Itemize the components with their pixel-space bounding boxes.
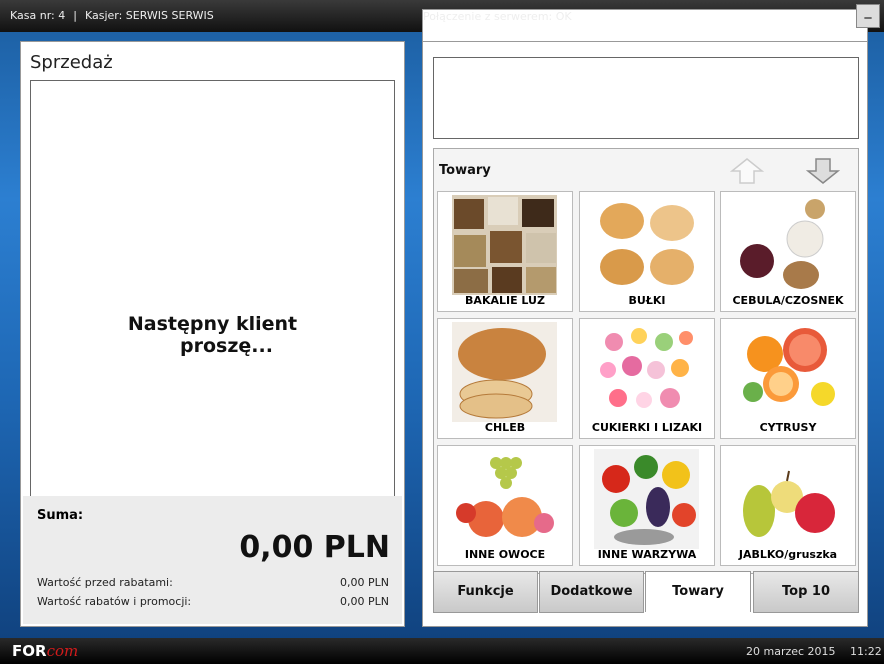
before-discount-value: 0,00 PLN [340, 576, 389, 589]
sale-panel: Sprzedaż Następny klient proszę... Suma:… [20, 41, 405, 627]
forcom-logo: FORcom [12, 642, 78, 660]
product-label: INNE OWOCE [464, 548, 546, 561]
sum-label: Suma: [37, 508, 84, 523]
product-tile-chleb[interactable]: CHLEB [437, 318, 573, 439]
arrow-down-icon[interactable] [806, 157, 840, 185]
discounts-value: 0,00 PLN [340, 595, 389, 608]
product-tile-cytrusy[interactable]: CYTRUSY [720, 318, 856, 439]
total-amount: 0,00 PLN [239, 530, 390, 565]
product-label: CEBULA/CZOSNEK [732, 294, 844, 307]
message-line-1: Następny klient [127, 313, 298, 335]
next-customer-message: Następny klient proszę... [31, 313, 394, 357]
session-info: Kasa nr: 4 | Kasjer: SERWIS SERWIS [10, 9, 214, 22]
message-line-2: proszę... [180, 335, 273, 357]
product-label: JABLKO/gruszka [738, 548, 838, 561]
product-tile-cukierki[interactable]: CUKIERKI I LIZAKI [579, 318, 715, 439]
goods-grid: Towary BAKALIE LUZ BUŁKI CEBULA/CZOSNEK … [433, 148, 859, 574]
product-tile-bakalie[interactable]: BAKALIE LUZ [437, 191, 573, 312]
bottom-tabs: Funkcje Dodatkowe Towary Top 10 [433, 571, 859, 614]
tab-dodatkowe[interactable]: Dodatkowe [539, 571, 644, 613]
date-display: 20 marzec 2015 [746, 645, 836, 658]
goods-title: Towary [439, 163, 491, 178]
bread-icon [452, 322, 557, 422]
product-tile-bulki[interactable]: BUŁKI [579, 191, 715, 312]
before-discount-label: Wartość przed rabatami: [37, 576, 173, 589]
product-label: BAKALIE LUZ [465, 294, 545, 307]
receipt-list[interactable]: Następny klient proszę... [30, 80, 395, 537]
fruits-icon [456, 457, 554, 537]
citrus-icon [743, 328, 835, 406]
register-number: Kasa nr: 4 [10, 9, 66, 22]
product-label: BUŁKI [628, 294, 666, 307]
product-label: CUKIERKI I LIZAKI [591, 421, 703, 434]
tab-funkcje[interactable]: Funkcje [433, 571, 538, 613]
sale-title: Sprzedaż [30, 52, 113, 73]
product-label: INNE WARZYWA [597, 548, 697, 561]
product-label: CHLEB [484, 421, 526, 434]
sale-summary: Suma: 0,00 PLN Wartość przed rabatami: 0… [23, 496, 402, 624]
bottom-status-bar: FORcom 20 marzec 2015 11:22 [0, 638, 884, 664]
dried-fruits-icon [452, 195, 557, 295]
vegetables-icon [594, 449, 699, 549]
cashier-name: Kasjer: SERWIS SERWIS [84, 9, 214, 22]
time-display: 11:22 [850, 645, 882, 658]
product-tile-jablko[interactable]: JABLKO/gruszka [720, 445, 856, 566]
product-tile-cebula[interactable]: CEBULA/CZOSNEK [720, 191, 856, 312]
onion-garlic-icon [740, 199, 825, 289]
discounts-row: Wartość rabatów i promocji: 0,00 PLN [37, 595, 389, 608]
separator: | [73, 9, 77, 22]
minimize-button[interactable]: _ [856, 4, 880, 28]
tab-towary[interactable]: Towary [645, 571, 751, 612]
candy-icon [600, 328, 693, 408]
product-tile-warzywa[interactable]: INNE WARZYWA [579, 445, 715, 566]
bread-rolls-icon [600, 203, 694, 285]
product-label: CYTRUSY [759, 421, 817, 434]
tab-top10[interactable]: Top 10 [753, 571, 859, 613]
logo-part-2: com [46, 642, 79, 660]
before-discount-row: Wartość przed rabatami: 0,00 PLN [37, 576, 389, 589]
discounts-label: Wartość rabatów i promocji: [37, 595, 192, 608]
info-display [433, 57, 859, 139]
logo-part-1: FOR [12, 642, 47, 660]
apple-pear-icon [743, 470, 835, 537]
product-tile-owoce[interactable]: INNE OWOCE [437, 445, 573, 566]
arrow-up-icon[interactable] [730, 157, 764, 185]
products-panel: Towary BAKALIE LUZ BUŁKI CEBULA/CZOSNEK … [422, 41, 868, 627]
top-status-bar: Kasa nr: 4 | Kasjer: SERWIS SERWIS Połącze… [0, 0, 884, 595]
